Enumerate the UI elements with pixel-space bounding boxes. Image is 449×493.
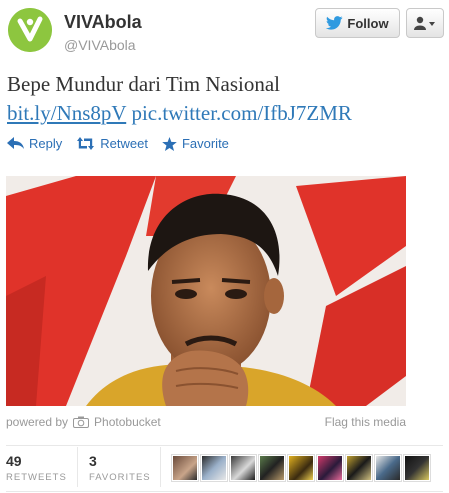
follow-button-label: Follow: [347, 15, 389, 31]
stats-divider-top: [6, 445, 443, 446]
user-avatar[interactable]: [288, 455, 314, 481]
tweet-link-bitly[interactable]: bit.ly/Nns8pV: [7, 101, 126, 125]
tweet-body: Bepe Mundur dari Tim Nasional: [7, 72, 280, 96]
user-avatar[interactable]: [230, 455, 256, 481]
user-dropdown-icon: [414, 16, 435, 30]
favorites-stat[interactable]: 3 FAVORITES: [89, 453, 151, 483]
account-avatar[interactable]: [8, 8, 52, 52]
favorites-count: 3: [89, 453, 97, 469]
favorites-label: FAVORITES: [89, 472, 151, 483]
user-avatar[interactable]: [404, 455, 430, 481]
star-icon: [162, 136, 177, 151]
retweets-count: 49: [6, 453, 22, 469]
favorite-label: Favorite: [181, 136, 229, 151]
reply-icon: [7, 137, 24, 149]
tweet-link-pic[interactable]: pic.twitter.com/IfbJ7ZMR: [131, 101, 351, 125]
tweet-media-photo[interactable]: [6, 176, 406, 406]
user-menu-button[interactable]: [406, 8, 444, 38]
retweet-action[interactable]: Retweet: [76, 136, 148, 151]
account-handle[interactable]: @VIVAbola: [64, 37, 136, 53]
retweet-label: Retweet: [100, 136, 148, 151]
retweets-stat[interactable]: 49 RETWEETS: [6, 453, 67, 483]
camera-icon: [73, 416, 90, 428]
user-avatar[interactable]: [172, 455, 198, 481]
stats-separator: [160, 447, 161, 487]
user-avatar[interactable]: [346, 455, 372, 481]
follow-button[interactable]: Follow: [315, 8, 400, 38]
stats-divider-bottom: [6, 491, 443, 492]
favorite-action[interactable]: Favorite: [162, 136, 229, 151]
user-avatar[interactable]: [201, 455, 227, 481]
account-name[interactable]: VIVAbola: [64, 12, 142, 33]
retweets-label: RETWEETS: [6, 472, 67, 483]
engagement-avatars: [172, 455, 430, 481]
user-avatar[interactable]: [375, 455, 401, 481]
reply-label: Reply: [29, 136, 63, 151]
powered-by-label: powered by: [6, 415, 69, 429]
reply-action[interactable]: Reply: [7, 136, 62, 151]
user-avatar[interactable]: [259, 455, 285, 481]
vivabola-logo-icon: [8, 8, 52, 52]
powered-by: powered by Photobucket: [6, 415, 161, 429]
user-avatar[interactable]: [317, 455, 343, 481]
photobucket-label[interactable]: Photobucket: [94, 415, 161, 429]
flag-media-link[interactable]: Flag this media: [325, 415, 406, 429]
press-conference-photo-icon: [6, 176, 406, 406]
tweet-actions: Reply Retweet Favorite: [7, 136, 229, 151]
twitter-bird-icon: [326, 16, 344, 30]
stats-separator: [77, 447, 78, 487]
retweet-icon: [77, 137, 95, 150]
tweet-text: Bepe Mundur dari Tim Nasional bit.ly/Nns…: [7, 70, 447, 128]
